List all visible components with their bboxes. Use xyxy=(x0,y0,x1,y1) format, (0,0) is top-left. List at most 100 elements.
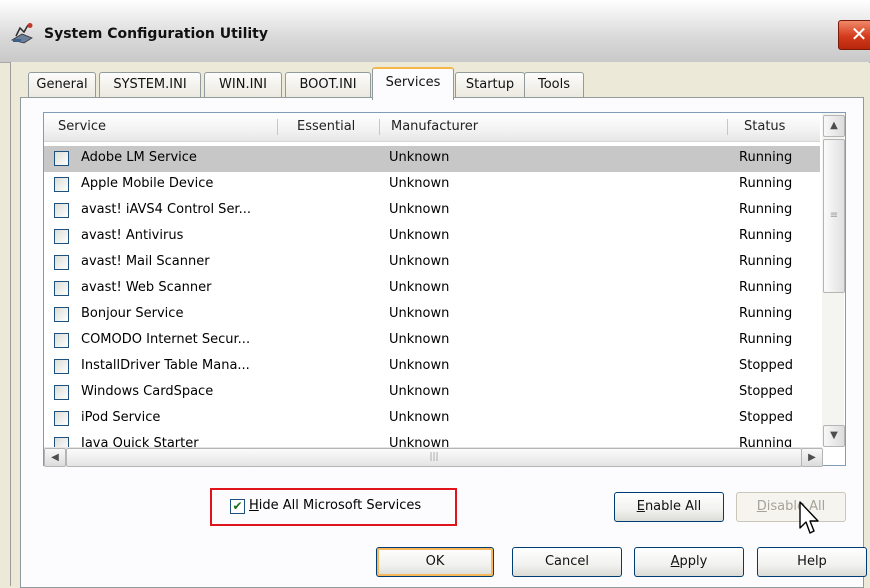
scroll-left-button[interactable]: ◀ xyxy=(44,448,66,467)
column-divider[interactable] xyxy=(379,119,380,135)
tab-system-ini[interactable]: SYSTEM.INI xyxy=(99,72,201,97)
hide-microsoft-services-checkbox[interactable]: ✔ xyxy=(230,499,245,514)
scroll-right-button[interactable]: ▶ xyxy=(801,448,823,467)
column-divider[interactable] xyxy=(277,119,278,135)
cancel-button[interactable]: Cancel xyxy=(512,547,622,577)
label-text: ide All Microsoft Services xyxy=(258,498,422,513)
chevron-down-icon: ▼ xyxy=(830,430,838,441)
hide-microsoft-services-label[interactable]: Hide All Microsoft Services xyxy=(249,498,421,513)
column-header-status[interactable]: Status xyxy=(744,119,785,134)
list-item[interactable]: avast! Web Scanner Unknown Running xyxy=(44,276,820,302)
service-name: Bonjour Service xyxy=(81,306,184,321)
label-access-key: H xyxy=(249,498,259,513)
horizontal-scrollbar[interactable]: ◀ ||| ▶ xyxy=(44,447,823,467)
service-manufacturer: Unknown xyxy=(389,150,450,165)
service-manufacturer: Unknown xyxy=(389,384,450,399)
enable-all-button[interactable]: Enable All xyxy=(614,492,724,522)
mouse-pointer-icon xyxy=(798,500,822,538)
list-item[interactable]: InstallDriver Table Mana... Unknown Stop… xyxy=(44,354,820,380)
service-manufacturer: Unknown xyxy=(389,436,450,447)
disable-all-button[interactable]: Disable All xyxy=(736,492,846,522)
service-checkbox[interactable] xyxy=(54,333,69,348)
scroll-down-button[interactable]: ▼ xyxy=(823,425,845,447)
vertical-scroll-thumb[interactable]: ≡ xyxy=(823,139,845,293)
service-checkbox[interactable] xyxy=(54,437,69,447)
service-name: COMODO Internet Secur... xyxy=(81,332,251,347)
column-header-essential[interactable]: Essential xyxy=(297,119,355,134)
column-header-manufacturer[interactable]: Manufacturer xyxy=(391,119,478,134)
service-manufacturer: Unknown xyxy=(389,202,450,217)
access-key: D xyxy=(756,499,767,514)
service-status: Running xyxy=(739,150,793,165)
list-item[interactable]: avast! iAVS4 Control Ser... Unknown Runn… xyxy=(44,198,820,224)
service-name: avast! Antivirus xyxy=(81,228,184,243)
horizontal-scroll-thumb[interactable]: ||| xyxy=(66,448,802,467)
service-checkbox[interactable] xyxy=(54,411,69,426)
service-checkbox[interactable] xyxy=(54,281,69,296)
list-item[interactable]: avast! Mail Scanner Unknown Running xyxy=(44,250,820,276)
button-label: OK xyxy=(425,554,445,569)
service-status: Running xyxy=(739,306,793,321)
tab-boot-ini[interactable]: BOOT.INI xyxy=(285,72,371,97)
service-manufacturer: Unknown xyxy=(389,410,450,425)
list-item[interactable]: Windows CardSpace Unknown Stopped xyxy=(44,380,820,406)
service-status: Running xyxy=(739,280,793,295)
service-checkbox[interactable] xyxy=(54,177,69,192)
service-status: Running xyxy=(739,202,793,217)
service-status: Running xyxy=(739,254,793,269)
list-item[interactable]: Apple Mobile Device Unknown Running xyxy=(44,172,820,198)
tab-general[interactable]: General xyxy=(28,72,96,97)
service-checkbox[interactable] xyxy=(54,385,69,400)
list-item[interactable]: COMODO Internet Secur... Unknown Running xyxy=(44,328,820,354)
apply-button[interactable]: Apply xyxy=(634,547,744,577)
tab-label: Startup xyxy=(465,77,515,92)
service-manufacturer: Unknown xyxy=(389,228,450,243)
service-name: Java Quick Starter xyxy=(81,436,199,447)
service-name: InstallDriver Table Mana... xyxy=(81,358,250,373)
list-item[interactable]: Java Quick Starter Unknown Running xyxy=(44,432,820,447)
button-label: Cancel xyxy=(544,554,590,569)
service-name: Apple Mobile Device xyxy=(81,176,214,191)
service-checkbox[interactable] xyxy=(54,359,69,374)
service-name: Windows CardSpace xyxy=(81,384,214,399)
help-button[interactable]: Help xyxy=(757,547,867,577)
vertical-scrollbar[interactable]: ▲ ≡ ▼ xyxy=(822,113,845,447)
column-divider[interactable] xyxy=(727,119,728,135)
service-checkbox[interactable] xyxy=(54,151,69,166)
tab-win-ini[interactable]: WIN.INI xyxy=(204,72,282,97)
service-name: avast! Web Scanner xyxy=(81,280,212,295)
service-checkbox[interactable] xyxy=(54,203,69,218)
service-manufacturer: Unknown xyxy=(389,176,450,191)
service-checkbox[interactable] xyxy=(54,255,69,270)
service-status: Stopped xyxy=(739,358,794,373)
scroll-up-button[interactable]: ▲ xyxy=(823,115,845,137)
column-header-service[interactable]: Service xyxy=(58,119,106,134)
close-icon: ✕ xyxy=(850,22,868,46)
service-status: Stopped xyxy=(739,384,794,399)
tab-startup[interactable]: Startup xyxy=(455,72,525,97)
service-name: iPod Service xyxy=(81,410,161,425)
service-manufacturer: Unknown xyxy=(389,358,450,373)
list-item[interactable]: Adobe LM Service Unknown Running xyxy=(44,146,820,172)
chevron-up-icon: ▲ xyxy=(830,120,838,131)
service-checkbox[interactable] xyxy=(54,229,69,244)
button-label: Help xyxy=(797,554,827,569)
system-config-icon xyxy=(10,22,38,44)
service-status: Running xyxy=(739,228,793,243)
tab-tools[interactable]: Tools xyxy=(524,72,584,97)
service-status: Running xyxy=(739,176,793,191)
tab-label: WIN.INI xyxy=(219,77,267,92)
access-key: E xyxy=(636,499,645,514)
services-list[interactable]: Service Essential Manufacturer Status Ad… xyxy=(43,112,846,467)
ok-button[interactable]: OK xyxy=(376,547,494,577)
service-status: Running xyxy=(739,436,793,447)
access-key: A xyxy=(670,554,680,569)
list-item[interactable]: Bonjour Service Unknown Running xyxy=(44,302,820,328)
list-item[interactable]: avast! Antivirus Unknown Running xyxy=(44,224,820,250)
tab-label: Tools xyxy=(537,77,571,92)
tab-services[interactable]: Services xyxy=(372,67,454,100)
close-button[interactable]: ✕ xyxy=(838,20,870,50)
button-label: nable All xyxy=(644,499,702,514)
service-checkbox[interactable] xyxy=(54,307,69,322)
list-item[interactable]: iPod Service Unknown Stopped xyxy=(44,406,820,432)
